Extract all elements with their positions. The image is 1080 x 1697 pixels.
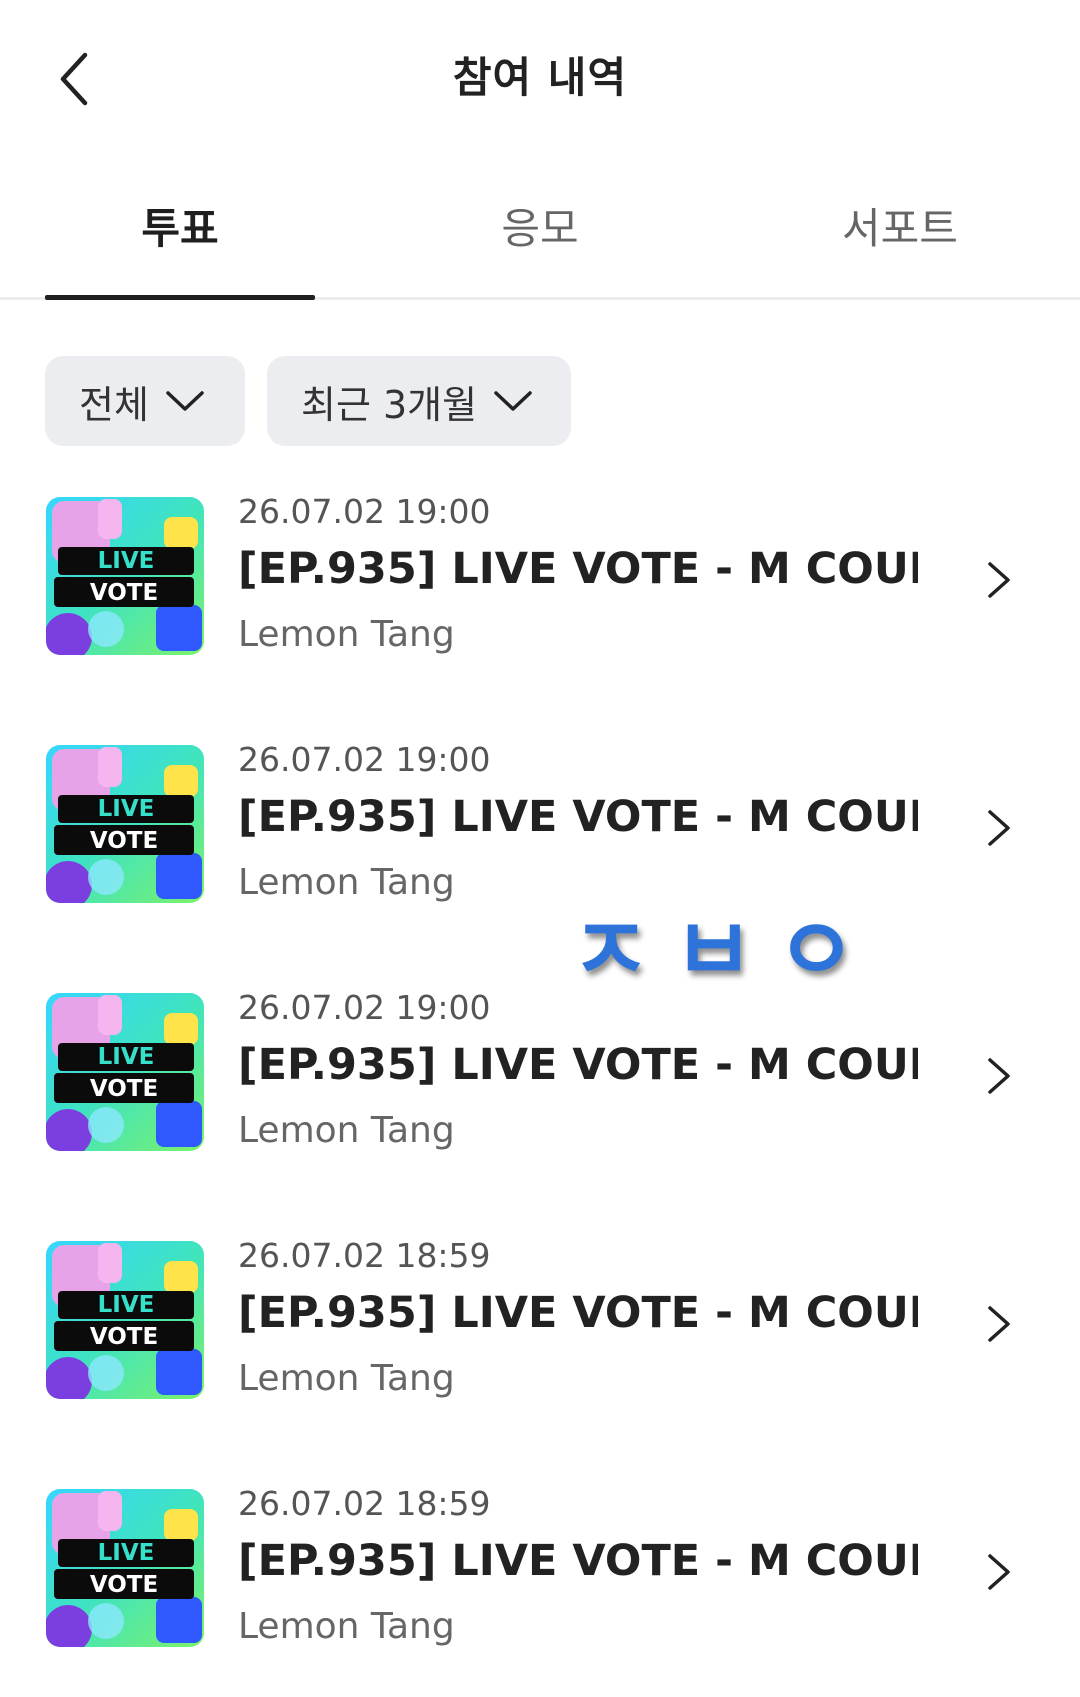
thumb-text-live: LIVE [98,1044,155,1070]
list-item[interactable]: LIVE VOTE 26.07.02 18:59 [EP.935] LIVE V… [0,1472,1080,1672]
item-title: [EP.935] LIVE VOTE - M COUN... [238,1536,918,1586]
item-title: [EP.935] LIVE VOTE - M COUN... [238,792,918,842]
chevron-right-icon [988,1554,1010,1590]
item-date: 26.07.02 19:00 [238,988,491,1027]
thumb-text-live: LIVE [98,796,155,822]
chevron-right-icon [988,810,1010,846]
filter-period-label: 최근 3개월 [301,382,478,427]
item-artist: Lemon Tang [238,614,455,655]
item-title: [EP.935] LIVE VOTE - M COUN... [238,1040,918,1090]
thumbnail-image: LIVE VOTE [46,1241,204,1399]
tab-support[interactable]: 서포트 [765,195,1035,256]
list-item[interactable]: LIVE VOTE 26.07.02 19:00 [EP.935] LIVE V… [0,728,1080,928]
tab-bar: 투표 응모 서포트 [0,175,1080,300]
item-date: 26.07.02 19:00 [238,492,491,531]
list-item[interactable]: LIVE VOTE 26.07.02 18:59 [EP.935] LIVE V… [0,1224,1080,1424]
item-artist: Lemon Tang [238,1606,455,1647]
list-item[interactable]: LIVE VOTE 26.07.02 19:00 [EP.935] LIVE V… [0,480,1080,680]
thumb-text-vote: VOTE [90,1572,158,1598]
tab-entry[interactable]: 응모 [405,195,675,256]
chevron-right-icon [988,1306,1010,1342]
thumb-text-vote: VOTE [90,828,158,854]
filter-category-label: 전체 [79,382,149,427]
thumb-text-live: LIVE [98,1540,155,1566]
item-artist: Lemon Tang [238,1110,455,1151]
header: 참여 내역 [0,0,1080,150]
item-date: 26.07.02 18:59 [238,1484,491,1523]
thumbnail-image: LIVE VOTE [46,993,204,1151]
filter-category-dropdown[interactable]: 전체 [45,356,245,446]
page-title: 참여 내역 [452,53,628,102]
thumb-text-vote: VOTE [90,580,158,606]
thumbnail-image: LIVE VOTE [46,1489,204,1647]
chevron-right-icon [988,1058,1010,1094]
chevron-right-icon [988,562,1010,598]
thumb-text-vote: VOTE [90,1076,158,1102]
item-title: [EP.935] LIVE VOTE - M COUN... [238,1288,918,1338]
filter-period-dropdown[interactable]: 최근 3개월 [267,356,571,446]
thumb-text-vote: VOTE [90,1324,158,1350]
filter-bar: 전체 최근 3개월 [45,356,571,446]
tab-vote[interactable]: 투표 [45,195,315,256]
item-title: [EP.935] LIVE VOTE - M COUN... [238,544,918,594]
item-artist: Lemon Tang [238,1358,455,1399]
thumb-text-live: LIVE [98,548,155,574]
thumbnail-image: LIVE VOTE [46,745,204,903]
chevron-down-icon [493,389,533,413]
active-tab-indicator [45,295,315,300]
list-item[interactable]: LIVE VOTE 26.07.02 19:00 [EP.935] LIVE V… [0,976,1080,1176]
thumbnail-image: LIVE VOTE [46,497,204,655]
item-date: 26.07.02 19:00 [238,740,491,779]
thumb-text-live: LIVE [98,1292,155,1318]
chevron-down-icon [165,389,205,413]
item-date: 26.07.02 18:59 [238,1236,491,1275]
item-artist: Lemon Tang [238,862,455,903]
